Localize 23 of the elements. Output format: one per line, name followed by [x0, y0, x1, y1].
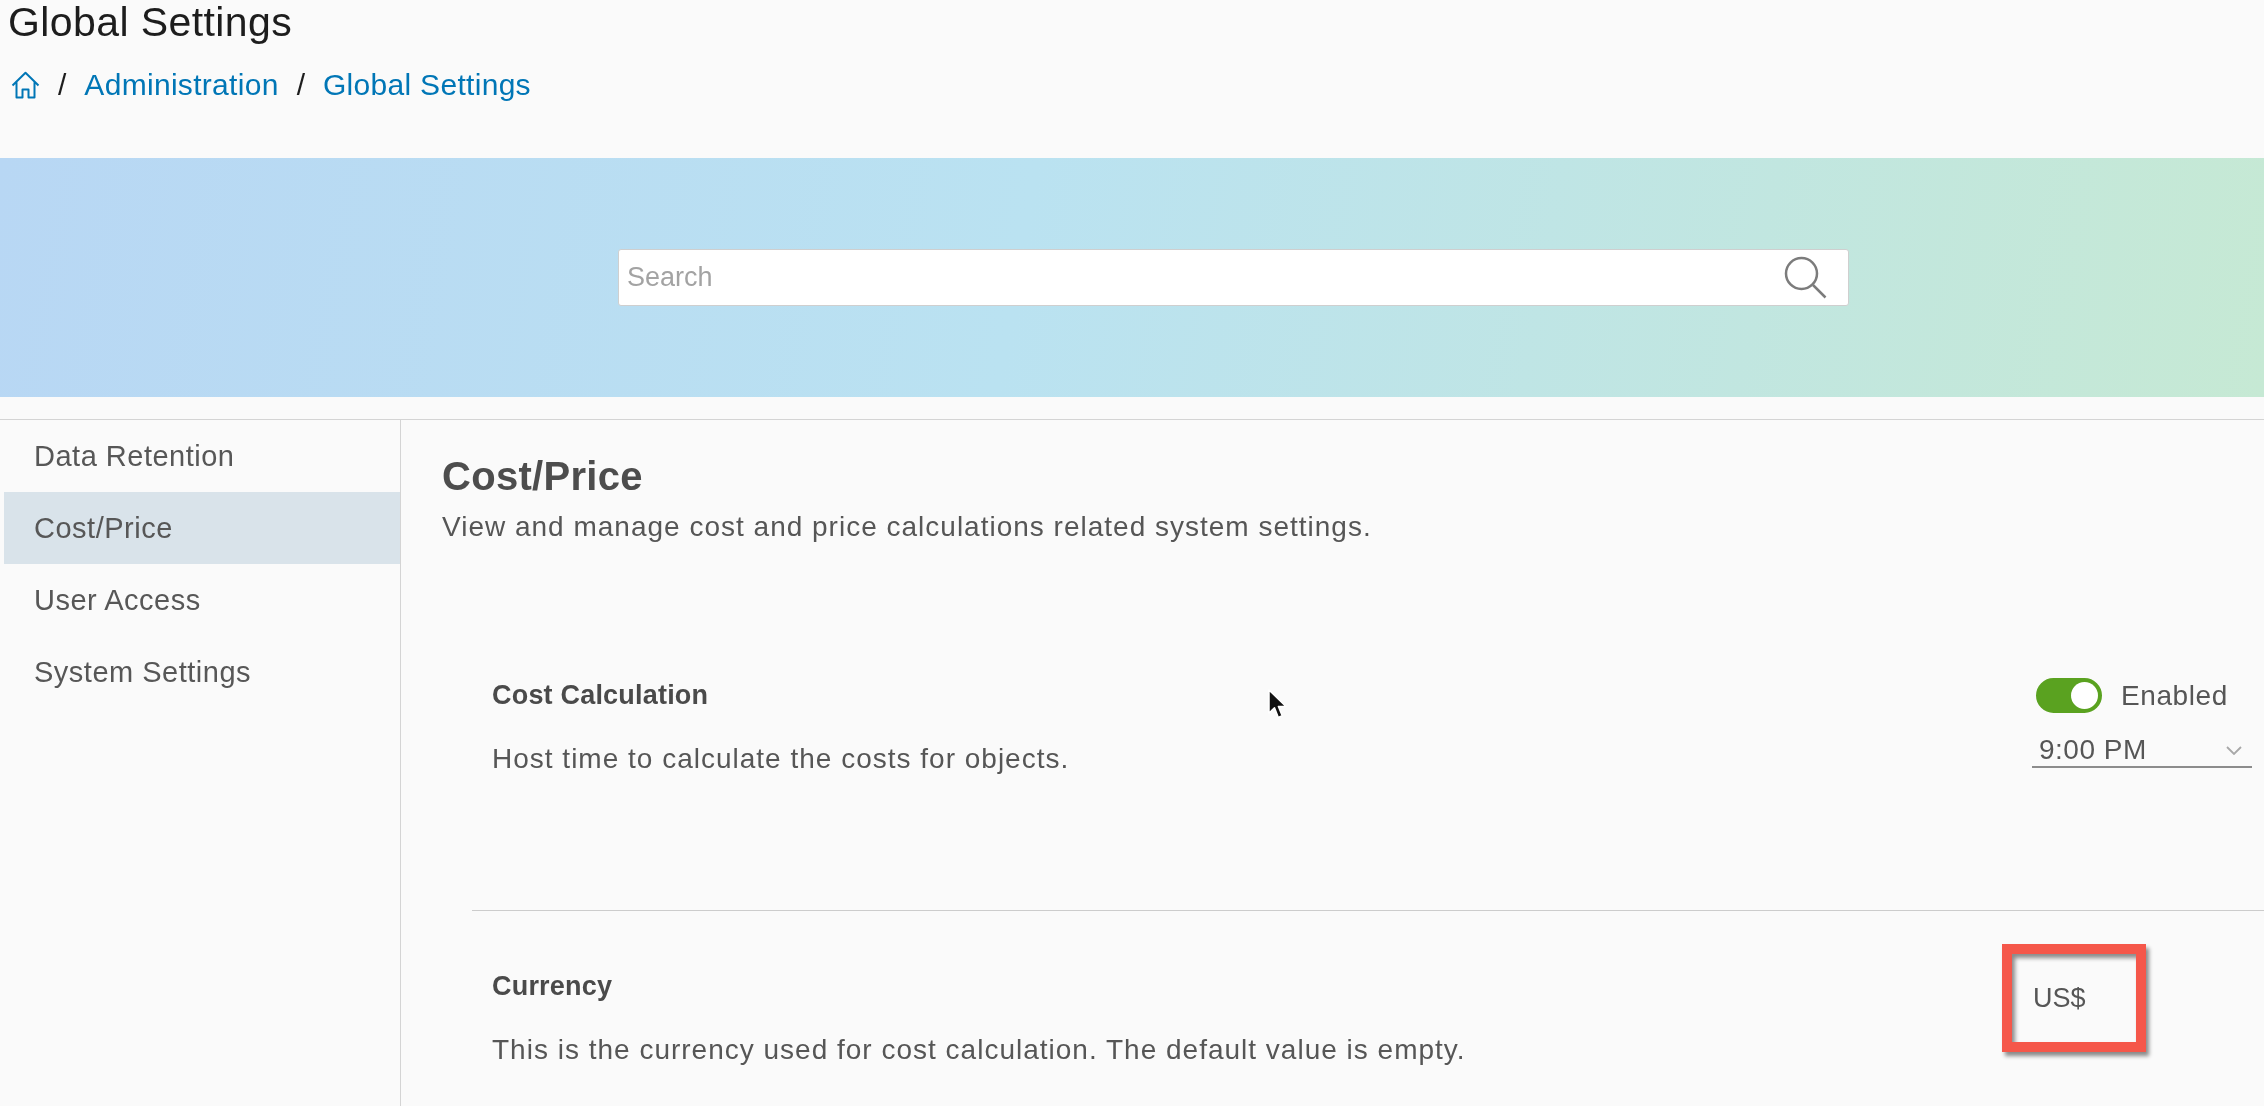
- home-icon[interactable]: [11, 71, 40, 99]
- breadcrumb-separator: /: [58, 67, 67, 103]
- section-title: Cost/Price: [442, 453, 643, 499]
- setting-title: Currency: [492, 970, 613, 1003]
- time-dropdown[interactable]: 9:00 PM: [2032, 734, 2252, 768]
- setting-description: This is the currency used for cost calculation. The default value is empty.: [492, 1033, 1466, 1067]
- breadcrumb-link[interactable]: Administration: [84, 65, 279, 105]
- sidebar-item[interactable]: Data Retention: [4, 420, 400, 492]
- setting-title: Cost Calculation: [492, 679, 709, 712]
- sidebar-item[interactable]: System Settings: [4, 636, 400, 708]
- breadcrumb-separator: /: [296, 67, 305, 103]
- breadcrumb-link[interactable]: Global Settings: [322, 65, 531, 105]
- setting-value: US$: [2033, 982, 2086, 1015]
- chevron-down-icon: [2226, 745, 2242, 755]
- sidebar-item[interactable]: Cost/Price: [4, 492, 400, 564]
- section-description: View and manage cost and price calculations related system settings.: [442, 510, 1372, 544]
- page-title: Global Settings: [8, 0, 293, 44]
- search-field[interactable]: Search: [618, 249, 1849, 306]
- toggle-switch[interactable]: [2036, 678, 2102, 713]
- toggle-label: Enabled: [2121, 679, 2228, 713]
- sidebar-item[interactable]: User Access: [4, 564, 400, 636]
- search-icon[interactable]: [1784, 256, 1827, 299]
- setting-description: Host time to calculate the costs for objects.: [492, 742, 1070, 776]
